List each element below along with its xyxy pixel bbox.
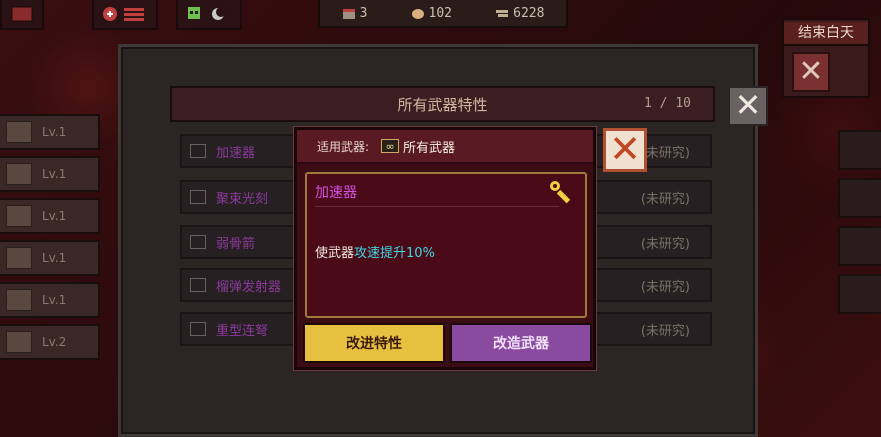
improve-trait-button[interactable]: 改进特性 — [303, 323, 445, 363]
money-value: 6228 — [513, 5, 545, 21]
coins-icon — [496, 10, 509, 17]
money-counter: 6228 — [495, 6, 544, 21]
trait-name: 榴弹发射器 — [216, 279, 282, 295]
panel-title: 所有武器特性 — [397, 95, 488, 114]
applicable-value: 所有武器 — [403, 140, 456, 156]
right-weapon-button[interactable] — [838, 226, 881, 266]
end-day-label: 结束白天 — [784, 22, 868, 46]
trait-status: (未研究) — [640, 236, 690, 252]
applicable-label: 适用武器: — [317, 139, 370, 154]
sidebar-biohazard[interactable]: Lv.1 — [0, 282, 100, 318]
desc-suffix: 10% — [406, 246, 435, 261]
trait-info-box: 加速器 使武器攻速提升10% — [305, 172, 587, 318]
level-label: Lv.1 — [42, 251, 67, 265]
skull-moon-icon[interactable] — [176, 0, 242, 30]
sidebar-home[interactable]: Lv.1 — [0, 114, 100, 150]
sidebar-workshop[interactable]: Lv.1 — [0, 156, 100, 192]
home-icon — [6, 121, 32, 143]
trait-status: (未研究) — [640, 145, 690, 161]
calendar-icon — [342, 9, 355, 19]
trait-status: (未研究) — [640, 279, 690, 295]
trait-icon — [190, 144, 206, 158]
day-counter: 3 — [342, 5, 368, 21]
title-divider — [315, 206, 559, 207]
trait-name: 加速器 — [216, 145, 256, 161]
trait-icon — [190, 190, 206, 204]
desc-prefix: 使武器 — [315, 246, 355, 261]
right-medical-button[interactable] — [838, 130, 881, 170]
level-label: Lv.1 — [42, 209, 67, 223]
bread-icon — [411, 9, 424, 19]
day-value: 3 — [359, 5, 368, 21]
end-day-button[interactable]: ✕ — [792, 52, 830, 92]
trait-detail-dialog: 适用武器: ∞ 所有武器 加速器 使武器攻速提升10% 改进特性 改造武器 — [294, 127, 596, 370]
level-label: Lv.1 — [42, 293, 67, 307]
trait-name: 重型连弩 — [216, 323, 269, 339]
biohazard-icon — [6, 289, 32, 311]
trait-icon — [190, 278, 206, 292]
level-label: Lv.1 — [42, 167, 67, 181]
microscope-icon — [6, 331, 32, 353]
food-value: 102 — [428, 5, 452, 21]
medkit-icon — [6, 205, 32, 227]
sidebar-medical[interactable]: Lv.1 — [0, 198, 100, 234]
dialog-header: 适用武器: ∞ 所有武器 — [297, 130, 593, 164]
trait-description: 使武器攻速提升10% — [315, 242, 435, 261]
dialog-close-button[interactable]: ✕ — [603, 128, 647, 172]
level-label: Lv.1 — [42, 125, 67, 139]
end-day-panel: 结束白天 ✕ — [782, 18, 870, 98]
right-book-button[interactable] — [838, 274, 881, 314]
trait-name: 弱骨箭 — [216, 236, 256, 252]
desc-highlight: 攻速提升 — [354, 246, 407, 261]
workshop-icon — [6, 163, 32, 185]
trait-status: (未研究) — [640, 191, 690, 207]
wrench-icon — [550, 181, 571, 204]
medical-list-icon[interactable] — [92, 0, 158, 30]
trait-icon — [190, 322, 206, 336]
resource-bar: 3 102 6228 — [318, 0, 568, 28]
trait-name: 聚束光刻 — [216, 191, 269, 207]
right-battery-button[interactable] — [838, 178, 881, 218]
infinity-icon: ∞ — [381, 139, 400, 153]
flag-icon[interactable] — [0, 0, 44, 30]
traits-header: 所有武器特性 1 / 10 — [170, 86, 715, 122]
sidebar-radio[interactable]: Lv.1 — [0, 240, 100, 276]
trait-status: (未研究) — [640, 323, 690, 339]
level-label: Lv.2 — [42, 335, 67, 349]
trait-icon — [190, 235, 206, 249]
radio-icon — [6, 247, 32, 269]
panel-close-button[interactable]: ✕ — [728, 86, 768, 126]
page-indicator: 1 / 10 — [644, 96, 691, 111]
food-counter: 102 — [411, 6, 452, 21]
trait-title: 加速器 — [315, 185, 357, 201]
applicable-weapons: ∞ 所有武器 — [381, 137, 455, 156]
modify-weapon-button[interactable]: 改造武器 — [450, 323, 592, 363]
sidebar-research[interactable]: Lv.2 — [0, 324, 100, 360]
